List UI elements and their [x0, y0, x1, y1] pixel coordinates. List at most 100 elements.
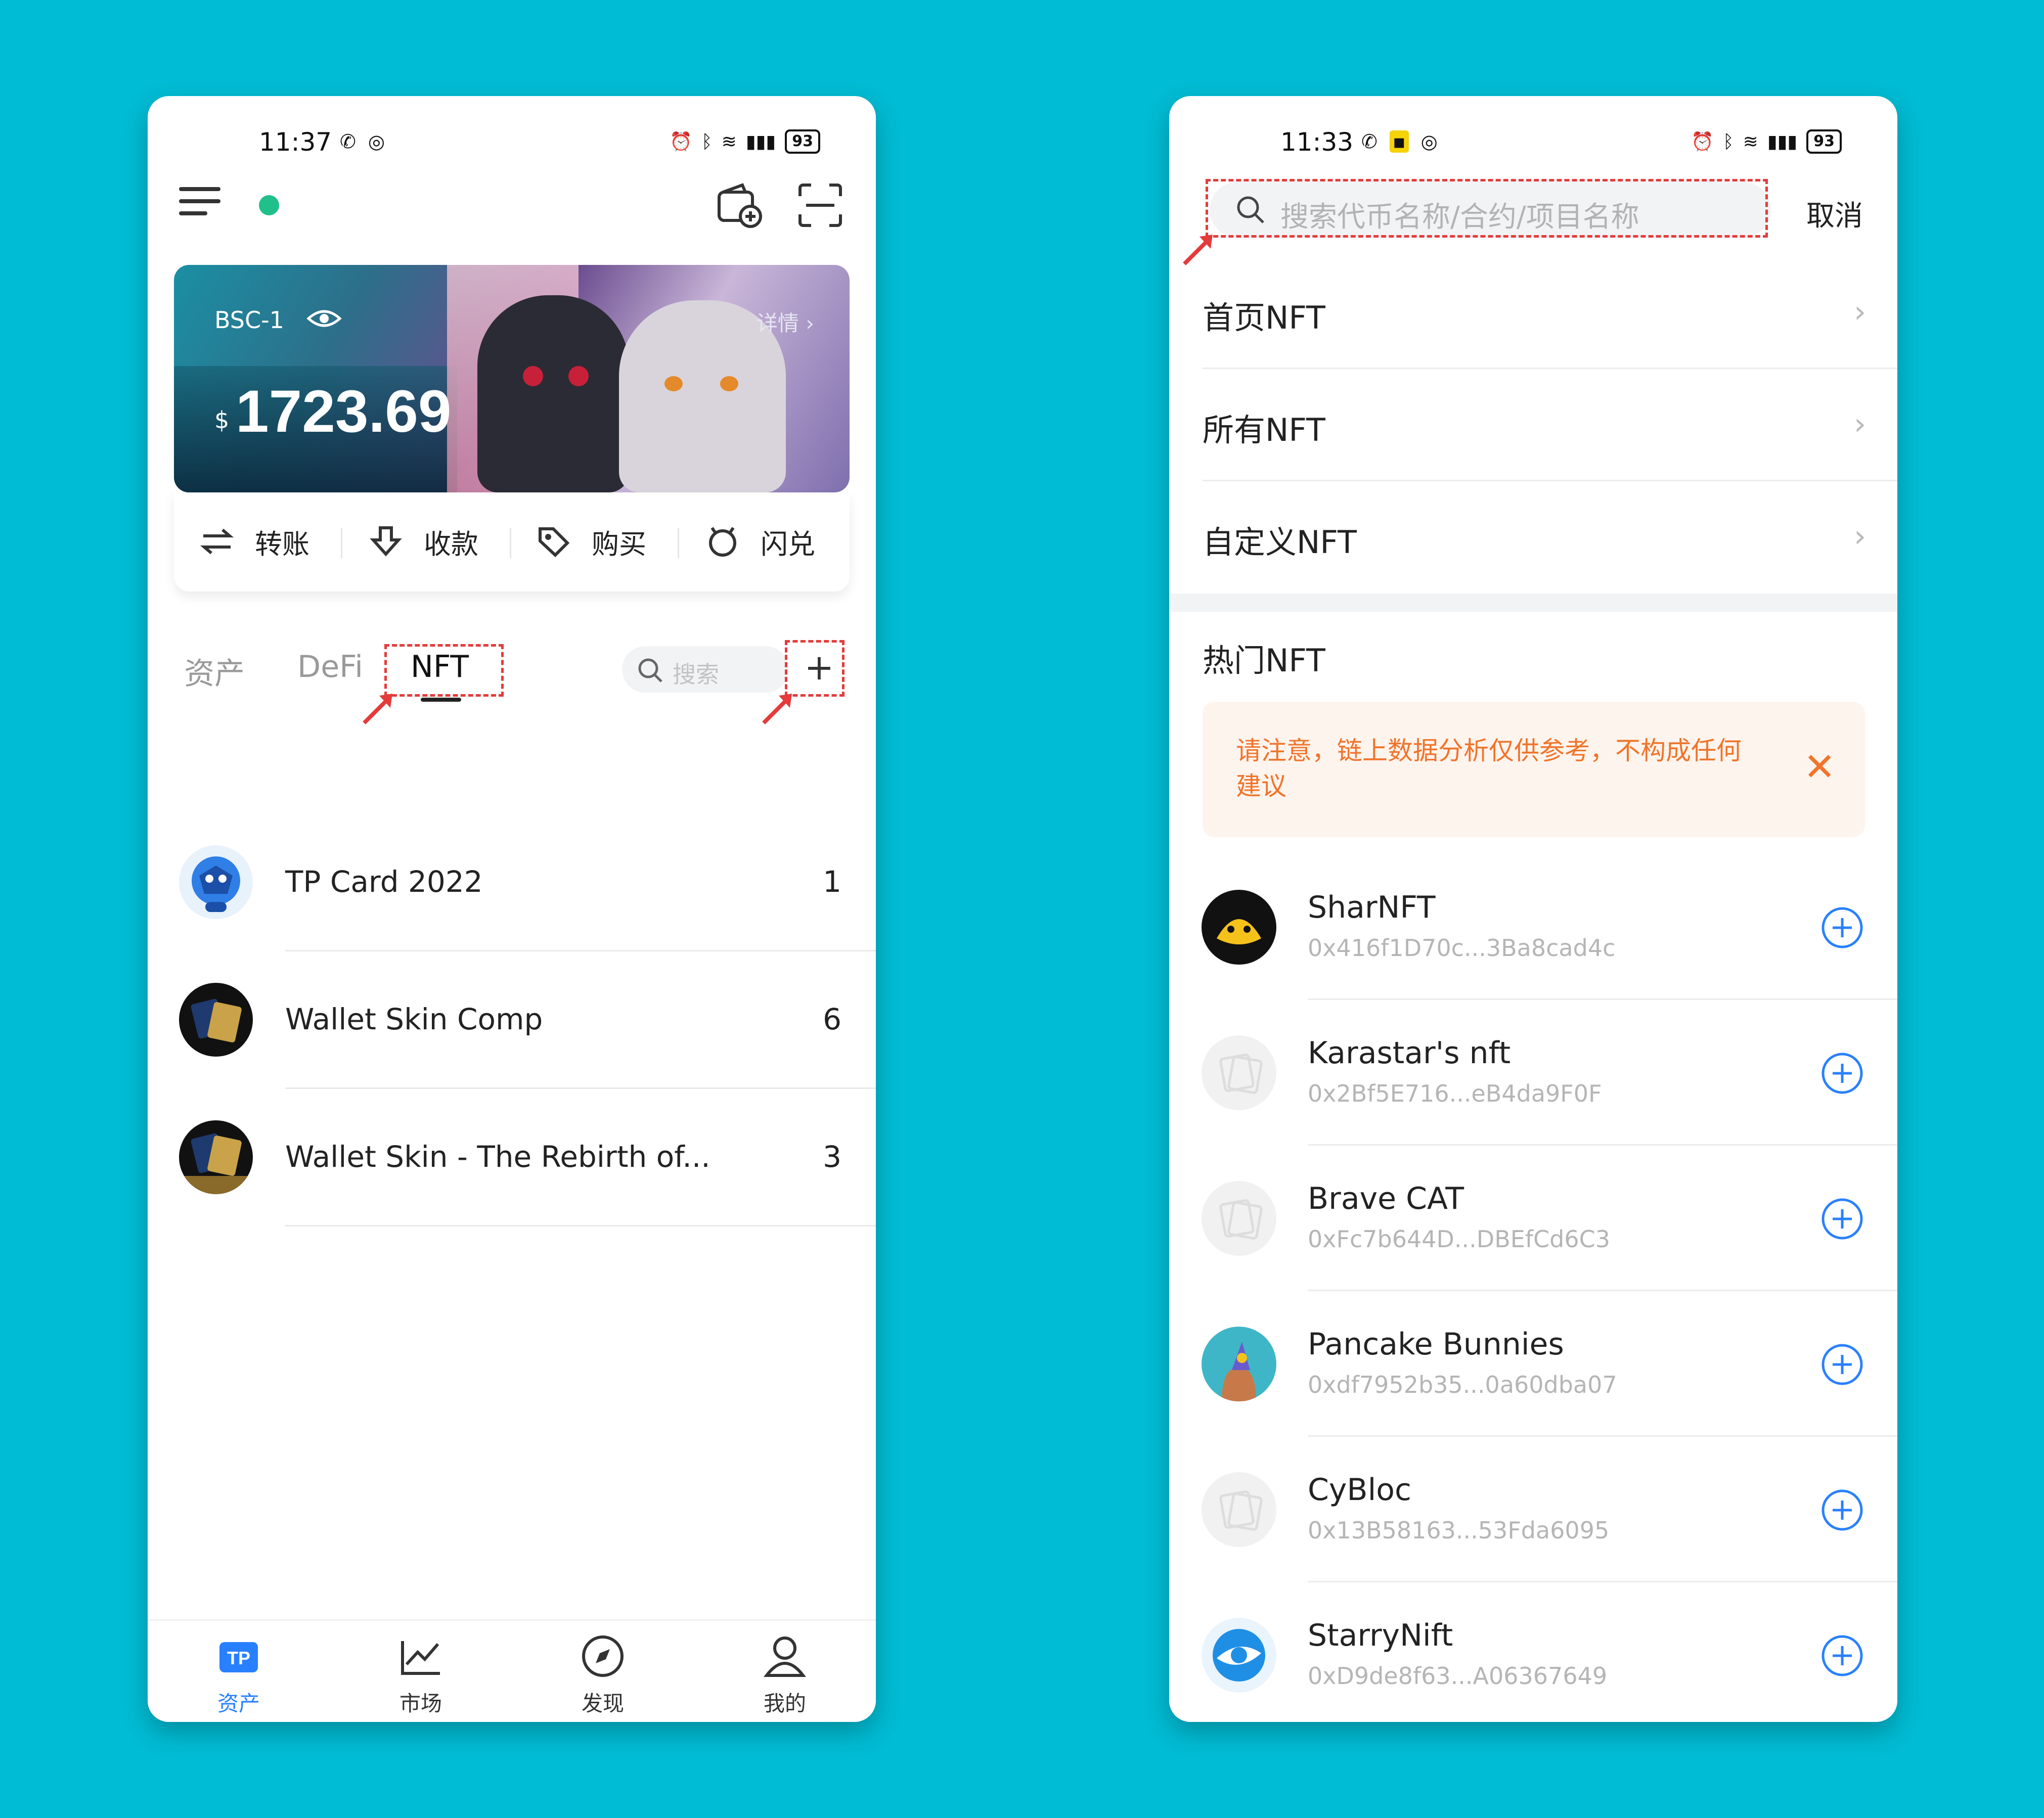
add-circle-icon[interactable] — [1820, 906, 1864, 949]
warning-text: 请注意，链上数据分析仅供参考，不构成任何建议 — [1236, 736, 1742, 801]
add-circle-icon[interactable] — [1820, 1343, 1864, 1386]
wallet-skin-mint-icon — [179, 1120, 253, 1194]
detail-link[interactable]: 详情 › — [757, 306, 814, 337]
close-icon[interactable]: ✕ — [1803, 744, 1836, 789]
banner-character-dark — [477, 295, 629, 492]
alarm-icon: ⏰ — [1691, 131, 1714, 152]
menu-item-custom-nft[interactable]: 自定义NFT › — [1169, 481, 1897, 594]
buy-label: 购买 — [592, 528, 646, 560]
balance-value: 1723.69 — [236, 378, 452, 445]
nav-discover[interactable]: 发现 — [552, 1631, 653, 1717]
section-divider — [1169, 594, 1897, 612]
nft-name: Wallet Skin - The Rebirth of... — [285, 1140, 710, 1174]
warning-banner: 请注意，链上数据分析仅供参考，不构成任何建议 ✕ — [1203, 702, 1865, 837]
nft-list-item[interactable]: Wallet Skin - The Rebirth of... 3 — [148, 1089, 876, 1226]
tab-defi[interactable]: DeFi — [297, 649, 363, 685]
menu-item-all-nft[interactable]: 所有NFT › — [1169, 369, 1897, 481]
wechat-icon: ✆ — [1361, 130, 1378, 153]
scan-icon[interactable] — [796, 181, 845, 230]
swap-icon — [709, 527, 736, 557]
nav-market[interactable]: 市场 — [370, 1631, 471, 1717]
add-wallet-icon[interactable] — [715, 181, 764, 230]
add-circle-icon[interactable] — [1820, 1488, 1864, 1532]
wallet-nft-screen: 11:37 ✆ ◎ ⏰ ᛒ ≋ ▮▮▮ 93 BSC-1 详情 › $ 1723… — [148, 96, 876, 1722]
receive-icon — [370, 526, 402, 557]
cancel-button[interactable]: 取消 — [1806, 193, 1863, 234]
add-circle-icon[interactable] — [1820, 1052, 1864, 1095]
wifi-icon: ≋ — [1743, 131, 1758, 152]
system-icons: ⏰ ᛒ ≋ ▮▮▮ 93 — [670, 129, 820, 154]
nft-name: SharNFT — [1308, 890, 1436, 925]
hot-nft-item[interactable]: Pancake Bunnies 0xdf7952b35...0a60dba07 — [1169, 1291, 1897, 1437]
wechat-icon: ✆ — [340, 130, 356, 153]
character-eye — [568, 366, 589, 386]
online-status-dot — [259, 195, 279, 215]
status-bar: 11:37 ✆ ◎ ⏰ ᛒ ≋ ▮▮▮ 93 — [148, 120, 876, 166]
menu-item-home-nft[interactable]: 首页NFT › — [1169, 257, 1897, 369]
nft-list-item[interactable]: Wallet Skin Comp 6 — [148, 951, 876, 1089]
menu-icon[interactable] — [179, 187, 220, 223]
annotation-box — [785, 640, 845, 697]
transfer-button[interactable]: 转账 — [199, 519, 309, 564]
hot-nft-item[interactable]: Brave CAT 0xFc7b644D...DBEfCd6C3 — [1169, 1146, 1897, 1291]
nav-label: 资产 — [217, 1691, 260, 1716]
character-eye — [523, 366, 543, 386]
pancake-bunnies-icon — [1202, 1327, 1276, 1401]
signal-icon: ▮▮▮ — [745, 131, 776, 152]
hot-nft-item[interactable]: Karastar's nft 0x2Bf5E716...eB4da9F0F — [1169, 1000, 1897, 1146]
alarm-icon: ⏰ — [670, 131, 693, 152]
buy-button[interactable]: 购买 — [536, 519, 646, 564]
add-circle-icon[interactable] — [1820, 1634, 1864, 1677]
swap-button[interactable]: 闪兑 — [705, 519, 815, 564]
contract-address: 0x416f1D70c...3Ba8cad4c — [1308, 934, 1616, 962]
contract-address: 0x2Bf5E716...eB4da9F0F — [1308, 1080, 1602, 1107]
nft-search-input[interactable]: 搜索 — [622, 646, 789, 693]
sf-icon: ◎ — [368, 130, 385, 153]
sf-icon: ◎ — [1420, 130, 1438, 153]
chevron-right-icon: › — [1854, 294, 1866, 330]
nav-assets[interactable]: TP 资产 — [188, 1631, 289, 1717]
divider — [285, 1225, 876, 1226]
buy-tag-icon — [539, 527, 570, 558]
contract-address: 0xD9de8f63...A06367649 — [1308, 1662, 1608, 1690]
battery-icon: 93 — [785, 129, 820, 154]
nft-list-item[interactable]: TP Card 2022 1 — [148, 814, 876, 951]
bottom-nav: TP 资产 市场 发现 我的 — [148, 1619, 876, 1722]
tab-assets[interactable]: 资产 — [184, 649, 245, 693]
nav-label: 市场 — [399, 1691, 442, 1716]
nft-name: TP Card 2022 — [285, 865, 483, 899]
wifi-icon: ≋ — [721, 131, 737, 152]
svg-text:TP: TP — [227, 1648, 250, 1668]
receive-button[interactable]: 收款 — [368, 519, 478, 564]
hot-nft-item[interactable]: StarryNift 0xD9de8f63...A06367649 — [1169, 1582, 1897, 1722]
hot-nft-item[interactable]: SharNFT 0x416f1D70c...3Ba8cad4c — [1169, 854, 1897, 1000]
contract-address: 0xdf7952b35...0a60dba07 — [1308, 1371, 1617, 1398]
nav-me[interactable]: 我的 — [734, 1631, 835, 1717]
annotation-arrow-icon — [363, 694, 392, 724]
chevron-right-icon: › — [1854, 519, 1866, 554]
character-eye — [664, 376, 683, 391]
divider — [341, 528, 342, 558]
nft-name: Brave CAT — [1308, 1181, 1464, 1216]
eye-icon[interactable] — [306, 306, 342, 331]
nft-search-screen: 11:33 ✆ ▪ ◎ ⏰ ᛒ ≋ ▮▮▮ 93 搜索代币名称/合约/项目名称 … — [1169, 96, 1897, 1722]
user-icon — [763, 1637, 807, 1677]
swap-label: 闪兑 — [761, 528, 815, 560]
battery-icon: 93 — [1806, 129, 1842, 154]
nft-name: Wallet Skin Comp — [285, 1002, 543, 1036]
chevron-right-icon: › — [1854, 406, 1866, 442]
wallet-skin-icon — [179, 983, 253, 1057]
menu-label: 自定义NFT — [1203, 524, 1357, 561]
action-bar: 转账 收款 购买 闪兑 — [174, 492, 850, 592]
status-time: 11:37 — [259, 127, 332, 157]
bluetooth-icon: ᛒ — [701, 131, 713, 152]
add-circle-icon[interactable] — [1820, 1197, 1864, 1241]
nav-label: 我的 — [763, 1691, 806, 1716]
divider — [510, 528, 511, 558]
hot-nft-item[interactable]: CyBloc 0x13B58163...53Fda6095 — [1169, 1437, 1897, 1582]
status-bar: 11:33 ✆ ▪ ◎ ⏰ ᛒ ≋ ▮▮▮ 93 — [1169, 120, 1897, 166]
nft-count: 6 — [823, 1002, 841, 1036]
wallet-card[interactable]: BSC-1 详情 › $ 1723.69 — [174, 265, 850, 492]
sharnft-icon — [1202, 890, 1276, 965]
tp-card-icon — [179, 845, 253, 919]
